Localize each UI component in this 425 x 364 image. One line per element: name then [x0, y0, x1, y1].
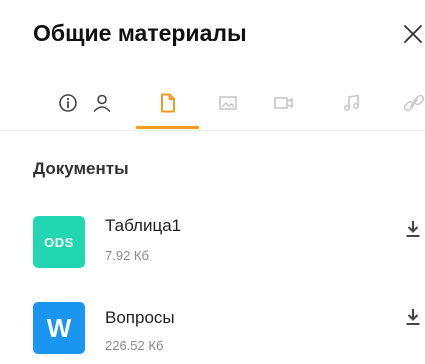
tab-video[interactable]	[262, 78, 306, 128]
info-icon	[57, 92, 79, 114]
dialog-header: Общие материалы	[0, 0, 425, 76]
divider	[0, 130, 425, 131]
download-icon[interactable]	[403, 306, 423, 328]
file-item-tablitsa1[interactable]: ODS Таблица1 7.92 Кб	[0, 211, 425, 275]
file-size: 7.92 Кб	[105, 248, 149, 263]
file-name: Таблица1	[105, 216, 182, 235]
file-item-voprosy[interactable]: W Вопросы 226.52 Кб	[0, 300, 425, 364]
close-icon[interactable]	[402, 23, 424, 45]
word-file-icon: W	[33, 302, 85, 354]
dialog-title: Общие материалы	[33, 20, 247, 46]
tab-audio[interactable]	[330, 78, 374, 128]
tab-images[interactable]	[206, 78, 250, 128]
tab-participants[interactable]	[80, 78, 124, 128]
document-icon	[157, 92, 179, 114]
link-icon	[402, 92, 425, 114]
ods-file-icon: ODS	[33, 216, 85, 268]
person-icon	[91, 92, 113, 114]
file-name: Вопросы	[105, 308, 175, 327]
active-tab-indicator	[136, 126, 199, 129]
download-icon[interactable]	[403, 218, 423, 240]
tab-documents[interactable]	[146, 78, 190, 128]
tab-bar	[0, 78, 425, 130]
image-icon	[217, 92, 239, 114]
tab-links[interactable]	[392, 78, 425, 128]
file-size: 226.52 Кб	[105, 338, 164, 353]
section-title-documents: Документы	[33, 159, 129, 178]
video-icon	[272, 92, 296, 114]
music-note-icon	[341, 92, 363, 114]
